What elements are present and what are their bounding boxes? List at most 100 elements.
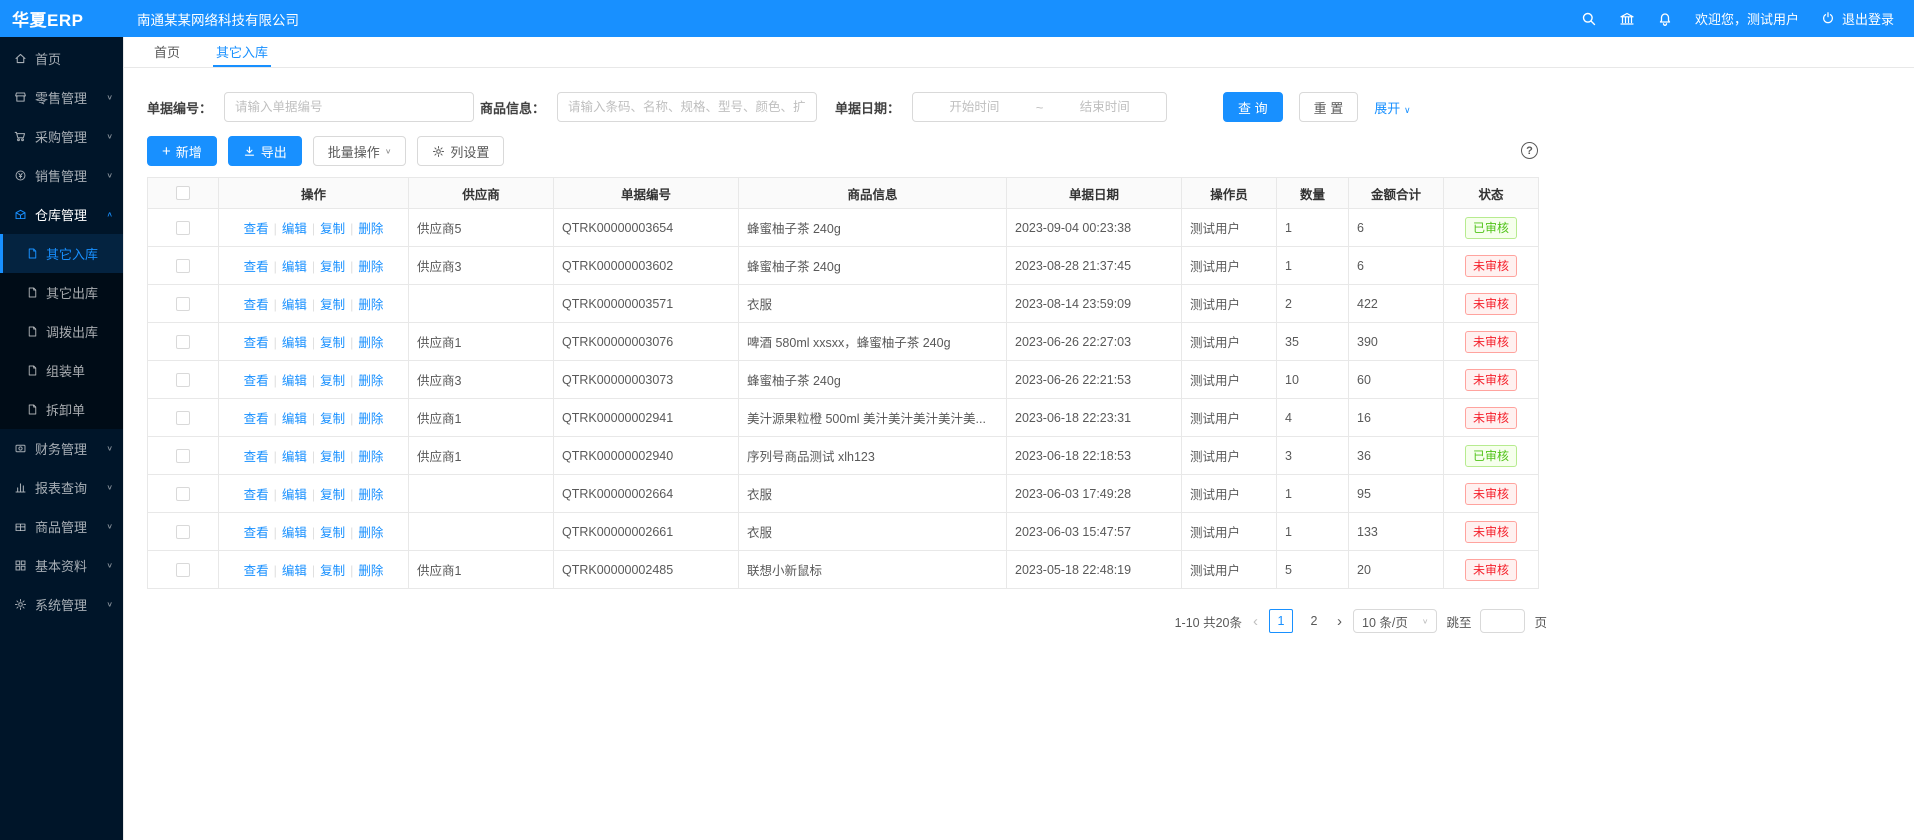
delete-link[interactable]: 删除	[358, 412, 383, 426]
sidebar-item-other-inbound[interactable]: 其它入库	[0, 234, 123, 273]
reset-button[interactable]: 重 置	[1299, 92, 1359, 122]
next-page-button[interactable]: ›	[1335, 613, 1344, 630]
delete-link[interactable]: 删除	[358, 336, 383, 350]
bill-no-input[interactable]	[224, 92, 474, 122]
view-link[interactable]: 查看	[244, 260, 269, 274]
sidebar-item-goods[interactable]: 商品管理 ∨	[0, 507, 123, 546]
delete-link[interactable]: 删除	[358, 564, 383, 578]
date-start-input[interactable]	[921, 100, 1028, 114]
copy-link[interactable]: 复制	[320, 222, 345, 236]
row-checkbox[interactable]	[176, 525, 190, 539]
row-checkbox[interactable]	[176, 411, 190, 425]
export-button[interactable]: 导出	[228, 136, 302, 166]
search-icon[interactable]	[1581, 11, 1597, 27]
view-link[interactable]: 查看	[244, 222, 269, 236]
tab-other-inbound[interactable]: 其它入库	[213, 37, 271, 67]
bell-icon[interactable]	[1657, 11, 1673, 27]
status-badge: 未审核	[1465, 559, 1517, 581]
prev-page-button[interactable]: ‹	[1251, 613, 1260, 630]
column-settings-button[interactable]: 列设置	[417, 136, 504, 166]
edit-link[interactable]: 编辑	[282, 450, 307, 464]
row-checkbox[interactable]	[176, 373, 190, 387]
view-link[interactable]: 查看	[244, 412, 269, 426]
goods-info-input[interactable]	[557, 92, 817, 122]
logout-button[interactable]: 退出登录	[1821, 9, 1894, 28]
sidebar-item-disassembly[interactable]: 拆卸单	[0, 390, 123, 429]
link-separator: |	[312, 222, 315, 236]
delete-link[interactable]: 删除	[358, 488, 383, 502]
edit-link[interactable]: 编辑	[282, 222, 307, 236]
sidebar-item-system[interactable]: 系统管理 ∨	[0, 585, 123, 624]
sidebar-item-transfer-outbound[interactable]: 调拨出库	[0, 312, 123, 351]
page-button-1[interactable]: 1	[1269, 609, 1293, 633]
delete-link[interactable]: 删除	[358, 374, 383, 388]
sidebar-item-other-outbound[interactable]: 其它出库	[0, 273, 123, 312]
delete-link[interactable]: 删除	[358, 260, 383, 274]
search-button[interactable]: 查 询	[1223, 92, 1283, 122]
copy-link[interactable]: 复制	[320, 450, 345, 464]
sidebar-item-retail[interactable]: 零售管理 ∨	[0, 78, 123, 117]
view-link[interactable]: 查看	[244, 374, 269, 388]
row-checkbox[interactable]	[176, 259, 190, 273]
operator-cell: 测试用户	[1182, 551, 1277, 589]
edit-link[interactable]: 编辑	[282, 260, 307, 274]
copy-link[interactable]: 复制	[320, 260, 345, 274]
copy-link[interactable]: 复制	[320, 526, 345, 540]
delete-link[interactable]: 删除	[358, 450, 383, 464]
row-checkbox[interactable]	[176, 335, 190, 349]
batch-actions-button[interactable]: 批量操作 ∨	[313, 136, 407, 166]
sidebar-item-basic-data[interactable]: 基本资料 ∨	[0, 546, 123, 585]
add-button[interactable]: + 新增	[147, 136, 217, 166]
view-link[interactable]: 查看	[244, 488, 269, 502]
sidebar-item-reports[interactable]: 报表查询 ∨	[0, 468, 123, 507]
view-link[interactable]: 查看	[244, 298, 269, 312]
edit-link[interactable]: 编辑	[282, 336, 307, 350]
help-icon[interactable]: ?	[1521, 142, 1538, 159]
sidebar-item-warehouse[interactable]: 仓库管理 ∧	[0, 195, 123, 234]
page-button-2[interactable]: 2	[1302, 609, 1326, 633]
row-checkbox[interactable]	[176, 563, 190, 577]
gear-icon	[14, 598, 27, 611]
qty-cell: 35	[1277, 323, 1349, 361]
edit-link[interactable]: 编辑	[282, 374, 307, 388]
sidebar-item-label: 报表查询	[35, 478, 87, 497]
institution-icon[interactable]	[1619, 11, 1635, 27]
logout-icon	[1821, 11, 1837, 27]
row-checkbox[interactable]	[176, 221, 190, 235]
sidebar-item-sales[interactable]: 销售管理 ∨	[0, 156, 123, 195]
edit-link[interactable]: 编辑	[282, 412, 307, 426]
copy-link[interactable]: 复制	[320, 488, 345, 502]
date-cell: 2023-06-03 17:49:28	[1007, 475, 1182, 513]
copy-link[interactable]: 复制	[320, 374, 345, 388]
sidebar-item-home[interactable]: 首页	[0, 39, 123, 78]
row-checkbox[interactable]	[176, 297, 190, 311]
date-end-input[interactable]	[1051, 100, 1158, 114]
edit-link[interactable]: 编辑	[282, 298, 307, 312]
copy-link[interactable]: 复制	[320, 298, 345, 312]
edit-link[interactable]: 编辑	[282, 564, 307, 578]
sidebar-item-assembly[interactable]: 组装单	[0, 351, 123, 390]
edit-link[interactable]: 编辑	[282, 488, 307, 502]
sidebar-item-finance[interactable]: 财务管理 ∨	[0, 429, 123, 468]
page-size-select[interactable]: 10 条/页 ∨	[1353, 609, 1437, 633]
delete-link[interactable]: 删除	[358, 222, 383, 236]
delete-link[interactable]: 删除	[358, 298, 383, 312]
select-all-checkbox[interactable]	[176, 186, 190, 200]
copy-link[interactable]: 复制	[320, 336, 345, 350]
copy-link[interactable]: 复制	[320, 412, 345, 426]
copy-link[interactable]: 复制	[320, 564, 345, 578]
view-link[interactable]: 查看	[244, 526, 269, 540]
sidebar-item-purchase[interactable]: 采购管理 ∨	[0, 117, 123, 156]
view-link[interactable]: 查看	[244, 450, 269, 464]
edit-link[interactable]: 编辑	[282, 526, 307, 540]
row-checkbox[interactable]	[176, 487, 190, 501]
jump-page-input[interactable]	[1480, 609, 1525, 633]
row-checkbox[interactable]	[176, 449, 190, 463]
expand-link[interactable]: 展开 ∨	[1374, 98, 1410, 117]
view-link[interactable]: 查看	[244, 564, 269, 578]
tab-home[interactable]: 首页	[151, 37, 183, 67]
operator-cell: 测试用户	[1182, 361, 1277, 399]
delete-link[interactable]: 删除	[358, 526, 383, 540]
date-range-picker[interactable]: ~	[912, 92, 1167, 122]
view-link[interactable]: 查看	[244, 336, 269, 350]
